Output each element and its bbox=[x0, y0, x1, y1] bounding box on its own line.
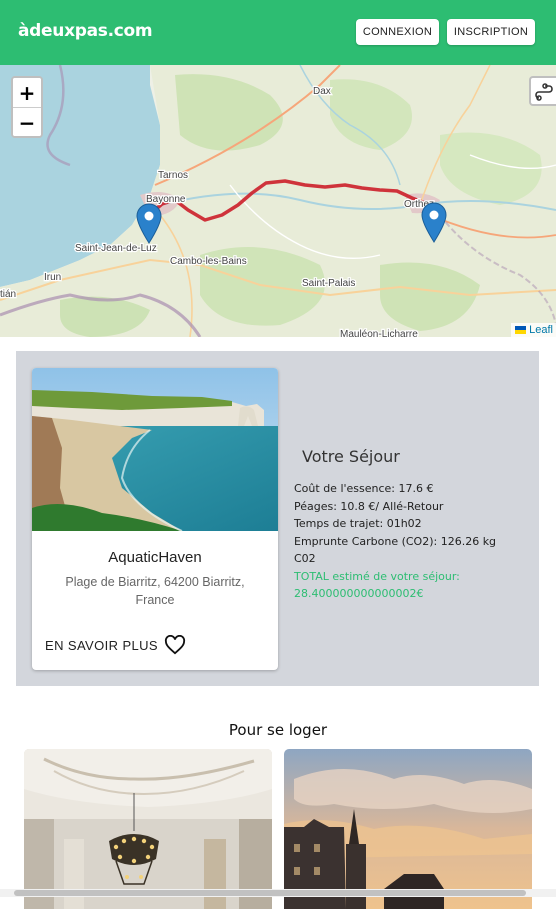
total-estimate: TOTAL estimé de votre séjour: 28.4000000… bbox=[294, 569, 460, 601]
map-label-tarnos: Tarnos bbox=[158, 170, 188, 181]
zoom-out-button[interactable]: − bbox=[13, 108, 41, 136]
map-label-edge: tián bbox=[0, 289, 16, 300]
accommodation-card: AquaticHaven Plage de Biarritz, 64200 Bi… bbox=[32, 368, 278, 670]
site-logo[interactable]: àdeuxpas.com bbox=[18, 21, 153, 41]
ukraine-flag-icon bbox=[515, 326, 527, 334]
heart-icon[interactable] bbox=[164, 635, 186, 655]
map-label-saint-jean-de-luz: Saint-Jean-de-Luz bbox=[75, 243, 157, 254]
zoom-control: + − bbox=[11, 76, 43, 138]
lodging-section-title: Pour se loger bbox=[228, 721, 328, 739]
route-icon bbox=[535, 83, 553, 101]
map-label-dax: Dax bbox=[313, 86, 331, 97]
stay-summary-panel: AquaticHaven Plage de Biarritz, 64200 Bi… bbox=[16, 351, 539, 686]
beach-photo bbox=[32, 368, 278, 531]
lodging-photo-2 bbox=[284, 749, 532, 909]
lodging-photo-1 bbox=[24, 749, 272, 909]
horizontal-scrollbar[interactable] bbox=[0, 889, 556, 897]
accommodation-address: Plage de Biarritz, 64200 Biarritz, Franc… bbox=[65, 575, 245, 607]
register-button[interactable]: INSCRIPTION bbox=[447, 19, 535, 45]
travel-time: Temps de trajet: 01h02 bbox=[294, 517, 422, 530]
scrollbar-thumb[interactable] bbox=[14, 890, 526, 896]
top-navbar: àdeuxpas.com CONNEXION INSCRIPTION bbox=[0, 0, 556, 65]
route-map[interactable]: Dax Tarnos Bayonne Saint-Jean-de-Luz Iru… bbox=[0, 65, 556, 337]
routing-toggle-button[interactable] bbox=[529, 76, 556, 106]
map-label-irun: Irun bbox=[44, 272, 61, 283]
trip-summary-lines: Coût de l'essence: 17.6 € Péages: 10.8 €… bbox=[294, 480, 499, 603]
map-attribution[interactable]: Leafl bbox=[511, 323, 556, 337]
map-label-bayonne: Bayonne bbox=[146, 194, 186, 205]
lodging-card-2[interactable] bbox=[284, 749, 532, 909]
attribution-link[interactable]: Leafl bbox=[529, 324, 553, 336]
zoom-in-button[interactable]: + bbox=[13, 78, 41, 107]
trip-summary-title: Votre Séjour bbox=[302, 447, 400, 466]
accommodation-name[interactable]: AquaticHaven bbox=[32, 549, 278, 566]
login-button[interactable]: CONNEXION bbox=[356, 19, 439, 45]
map-tiles: Dax Tarnos Bayonne Saint-Jean-de-Luz Iru… bbox=[0, 65, 556, 337]
carbon-footprint: Emprunte Carbone (CO2): 126.26 kg C02 bbox=[294, 534, 497, 566]
fuel-cost: Coût de l'essence: 17.6 € bbox=[294, 482, 434, 495]
map-label-saint-palais: Saint-Palais bbox=[302, 278, 355, 289]
lodging-card-1[interactable] bbox=[24, 749, 272, 909]
map-label-mauleon-licharre: Mauléon-Licharre bbox=[340, 329, 418, 337]
learn-more-button[interactable]: EN SAVOIR PLUS bbox=[45, 638, 158, 653]
map-label-cambo-les-bains: Cambo-les-Bains bbox=[170, 256, 247, 267]
toll-cost: Péages: 10.8 €/ Allé-Retour bbox=[294, 499, 444, 513]
